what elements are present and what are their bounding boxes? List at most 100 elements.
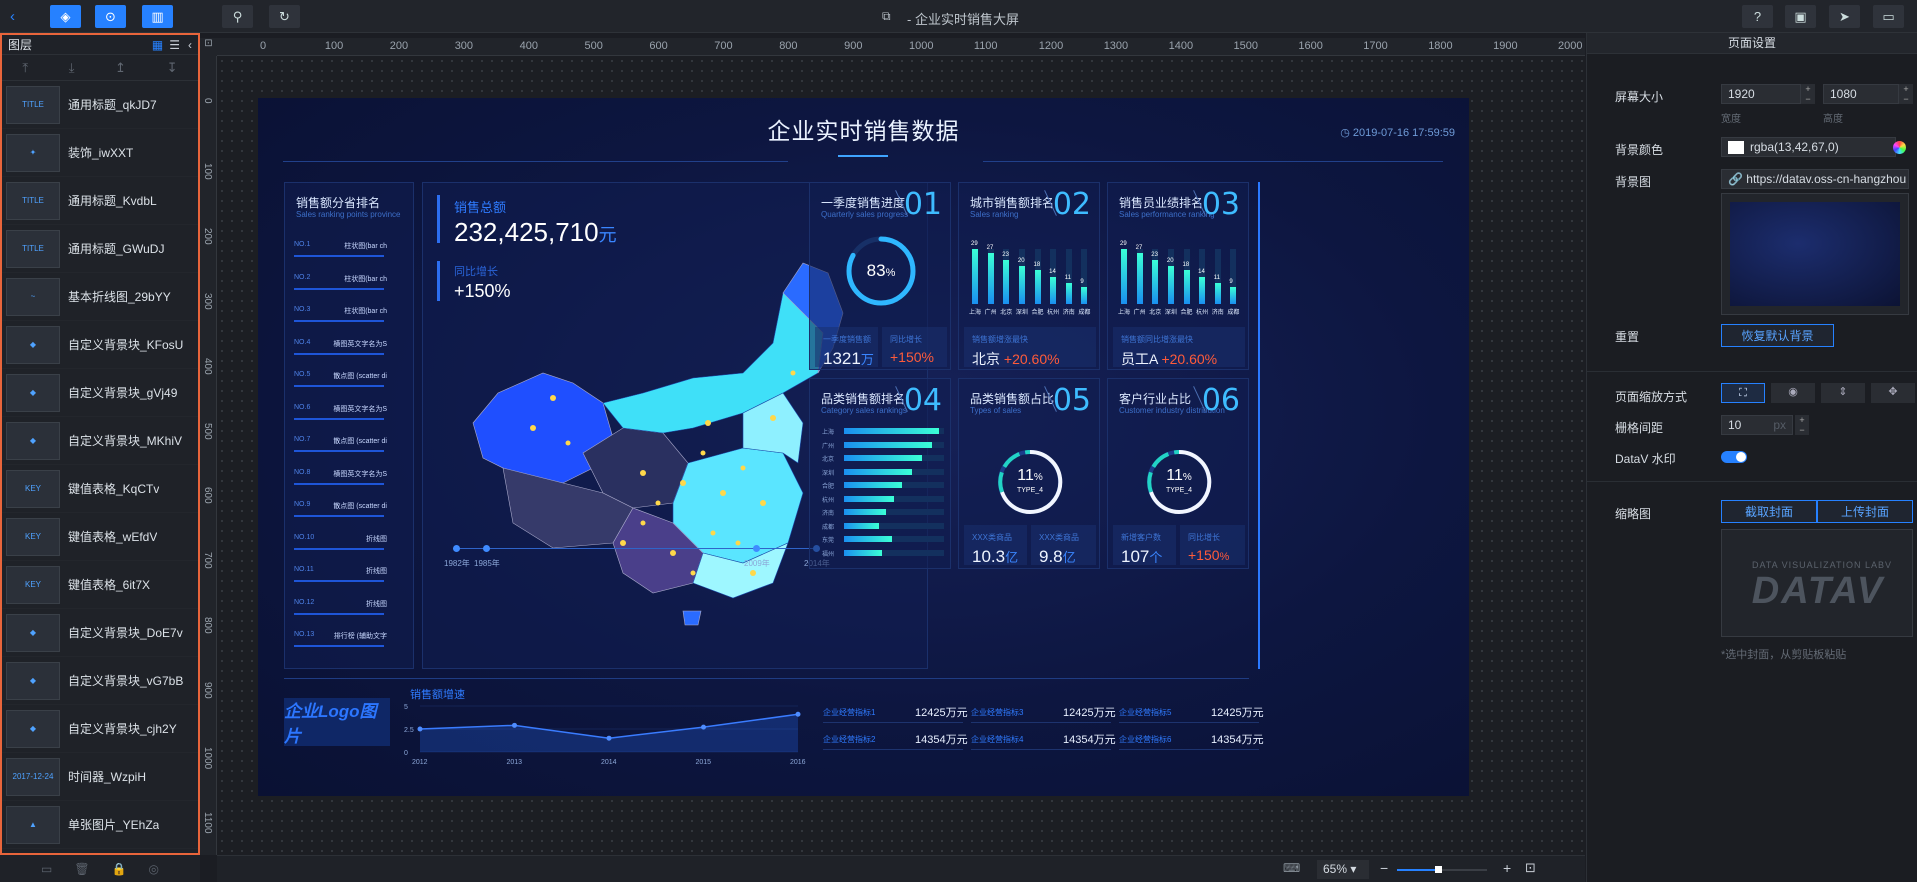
- height-input[interactable]: 1080: [1823, 84, 1899, 104]
- timeline-dot[interactable]: [453, 545, 460, 552]
- bar[interactable]: [987, 252, 994, 304]
- folder-icon[interactable]: ▭: [41, 862, 52, 876]
- zoom-out-icon[interactable]: −: [1380, 860, 1388, 876]
- category-bar[interactable]: [844, 509, 886, 515]
- capture-cover-button[interactable]: 截取封面: [1721, 500, 1817, 523]
- preview-button[interactable]: ▣: [1785, 5, 1816, 28]
- zoom-in-icon[interactable]: +: [1503, 860, 1511, 876]
- lock-icon[interactable]: 🔒: [112, 862, 127, 876]
- layer-item[interactable]: ~ 基本折线图_29bYY: [2, 273, 198, 321]
- bar[interactable]: [1003, 260, 1010, 304]
- bar[interactable]: [1183, 269, 1190, 304]
- layer-item[interactable]: KEY 键值表格_wEfdV: [2, 513, 198, 561]
- sales-growth-line-chart[interactable]: 2012 2013 2014 2015 2016 0 2.5 5: [398, 698, 808, 766]
- upload-cover-button[interactable]: 上传封面: [1817, 500, 1913, 523]
- move-top-icon[interactable]: ⤒: [22, 60, 28, 76]
- category-bar[interactable]: [844, 441, 932, 448]
- bar[interactable]: [1152, 260, 1159, 304]
- category-bar[interactable]: [844, 428, 939, 434]
- line-point[interactable]: [795, 711, 801, 717]
- width-stepper[interactable]: + −: [1801, 84, 1815, 104]
- bar[interactable]: [1121, 249, 1127, 304]
- bar[interactable]: [1065, 283, 1072, 304]
- bar[interactable]: [1018, 266, 1025, 304]
- refresh-button[interactable]: ↻: [269, 5, 300, 28]
- line-point[interactable]: [701, 724, 706, 730]
- bg-color-input[interactable]: rgba(13,42,67,0): [1721, 137, 1896, 157]
- timeline-dot[interactable]: [753, 545, 760, 552]
- layer-item[interactable]: TITLE 通用标题_qkJD7: [2, 81, 198, 129]
- thumb-preview[interactable]: DATA VISUALIZATION LABV DATAV: [1721, 529, 1913, 637]
- bar[interactable]: [1167, 266, 1174, 304]
- layer-item[interactable]: ◆ 自定义背景块_cjh2Y: [2, 705, 198, 753]
- zoom-slider-handle[interactable]: [1435, 866, 1442, 873]
- keyboard-icon[interactable]: ⌨: [1283, 861, 1300, 875]
- hide-icon[interactable]: ◎: [148, 862, 158, 876]
- filter-button[interactable]: ⚲: [222, 5, 253, 28]
- category-bar[interactable]: [844, 522, 879, 529]
- layer-item[interactable]: TITLE 通用标题_KvdbL: [2, 177, 198, 225]
- publish-button[interactable]: ➤: [1829, 5, 1860, 28]
- scale-full-button[interactable]: ✥: [1871, 383, 1915, 403]
- bar[interactable]: [1214, 283, 1221, 304]
- bar[interactable]: [1230, 286, 1237, 304]
- panel-toggle-button[interactable]: ▥: [142, 5, 173, 28]
- bg-image-input[interactable]: 🔗 https://datav.oss-cn-hangzhou: [1721, 169, 1909, 189]
- watermark-toggle[interactable]: [1721, 451, 1747, 463]
- bar[interactable]: [1034, 269, 1041, 304]
- scale-width-button[interactable]: ◉: [1771, 383, 1815, 403]
- collapse-icon[interactable]: ‹: [188, 38, 192, 52]
- layer-item[interactable]: ◆ 自定义背景块_MKhiV: [2, 417, 198, 465]
- category-bar[interactable]: [844, 455, 922, 461]
- height-stepper[interactable]: + −: [1899, 84, 1913, 104]
- bar[interactable]: [972, 249, 978, 304]
- dashboard-screen[interactable]: 企业实时销售数据 ◷ 2019-07-16 17:59:59 销售额分省排名 S…: [258, 98, 1469, 796]
- layer-item[interactable]: ▲ 单张图片_YEhZa: [2, 801, 198, 849]
- layer-item[interactable]: ◆ 自定义背景块_DoE7v: [2, 609, 198, 657]
- width-input[interactable]: 1920: [1721, 84, 1801, 104]
- line-point[interactable]: [606, 735, 612, 741]
- bar[interactable]: [1081, 286, 1088, 304]
- fit-icon[interactable]: ⊡: [1525, 860, 1536, 876]
- layer-item[interactable]: ◆ 自定义背景块_vG7bB: [2, 657, 198, 705]
- screen-button[interactable]: ▭: [1873, 5, 1904, 28]
- zoom-slider[interactable]: [1397, 866, 1487, 873]
- layer-item[interactable]: ◆ 自定义背景块_KFosU: [2, 321, 198, 369]
- category-bar[interactable]: [844, 549, 882, 556]
- thumb-label: 缩略图: [1615, 507, 1652, 521]
- delete-icon[interactable]: 🗑: [74, 862, 89, 876]
- layer-item[interactable]: KEY 键值表格_KqCTv: [2, 465, 198, 513]
- grid-stepper[interactable]: + −: [1795, 415, 1809, 435]
- layers-toggle-button[interactable]: ◈: [50, 5, 81, 28]
- layer-item[interactable]: ✦ 装饰_iwXXT: [2, 129, 198, 177]
- timeline-dot[interactable]: [483, 545, 490, 552]
- bar[interactable]: [1199, 277, 1206, 304]
- list-view-icon[interactable]: ☰: [169, 38, 180, 52]
- category-bar[interactable]: [844, 468, 912, 475]
- layer-item[interactable]: 2017-12-24 时间器_WzpiH: [2, 753, 198, 801]
- category-bar[interactable]: [844, 482, 902, 488]
- components-toggle-button[interactable]: ⊙: [95, 5, 126, 28]
- bar[interactable]: [1050, 277, 1057, 304]
- grid-input[interactable]: 10 px: [1721, 415, 1793, 435]
- zoom-select[interactable]: 65% ▾: [1317, 860, 1369, 879]
- line-point[interactable]: [417, 726, 423, 732]
- category-bar[interactable]: [844, 536, 892, 542]
- layer-item[interactable]: ◆ 自定义背景块_gVj49: [2, 369, 198, 417]
- back-icon[interactable]: ‹: [10, 8, 15, 25]
- help-button[interactable]: ?: [1742, 5, 1773, 28]
- line-point[interactable]: [512, 722, 517, 728]
- bg-image-preview[interactable]: [1721, 193, 1909, 315]
- layer-item[interactable]: KEY 键值表格_6it7X: [2, 561, 198, 609]
- move-bottom-icon[interactable]: ⤓: [69, 60, 75, 76]
- move-up-icon[interactable]: ↥: [115, 60, 126, 76]
- bar[interactable]: [1136, 252, 1143, 304]
- reset-bg-button[interactable]: 恢复默认背景: [1721, 324, 1834, 347]
- layer-item[interactable]: TITLE 通用标题_GWuDJ: [2, 225, 198, 273]
- color-picker-icon[interactable]: [1893, 141, 1906, 154]
- move-down-icon[interactable]: ↧: [167, 60, 178, 76]
- grid-view-icon[interactable]: ▦: [152, 38, 163, 52]
- scale-height-button[interactable]: ⇕: [1821, 383, 1865, 403]
- scale-fit-button[interactable]: ⛶: [1721, 383, 1765, 403]
- category-bar[interactable]: [844, 495, 894, 502]
